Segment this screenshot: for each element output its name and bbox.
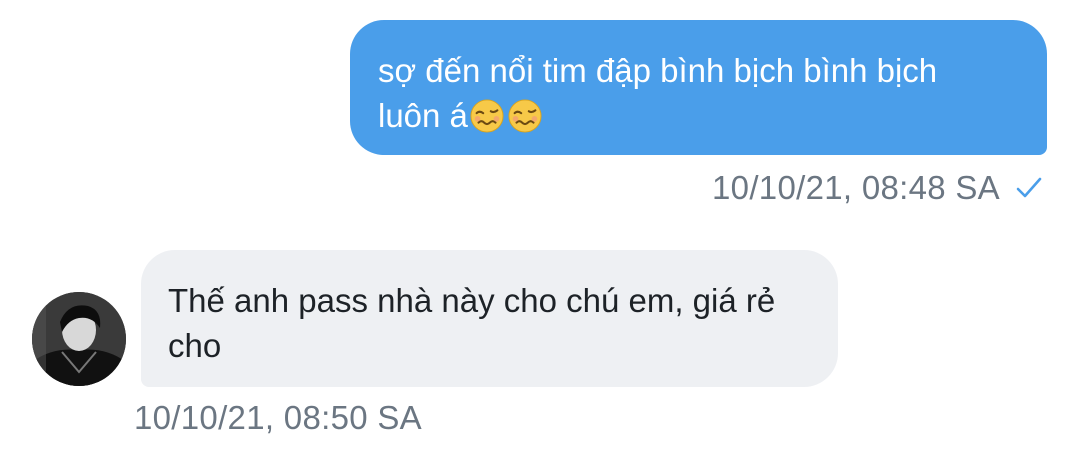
incoming-message-bubble[interactable]: Thế anh pass nhà này cho chú em, giá rẻ … xyxy=(141,250,838,387)
incoming-message-timestamp: 10/10/21, 08:50 SA xyxy=(134,399,422,436)
check-icon xyxy=(1016,177,1042,198)
woozy-face-icon xyxy=(508,99,542,133)
avatar-photo-icon xyxy=(32,292,126,386)
outgoing-message-bubble[interactable]: sợ đến nổi tim đập bình bịch bình bịch l… xyxy=(350,20,1047,155)
outgoing-message-meta: 10/10/21, 08:48 SA xyxy=(712,168,1044,208)
woozy-face-icon xyxy=(470,99,504,133)
sender-avatar[interactable] xyxy=(32,292,126,386)
outgoing-message-text: sợ đến nổi tim đập bình bịch bình bịch l… xyxy=(378,52,938,134)
outgoing-message-timestamp: 10/10/21, 08:48 SA xyxy=(712,169,1000,206)
chat-conversation: sợ đến nổi tim đập bình bịch bình bịch l… xyxy=(0,0,1080,452)
incoming-message-text: Thế anh pass nhà này cho chú em, giá rẻ … xyxy=(168,282,776,364)
